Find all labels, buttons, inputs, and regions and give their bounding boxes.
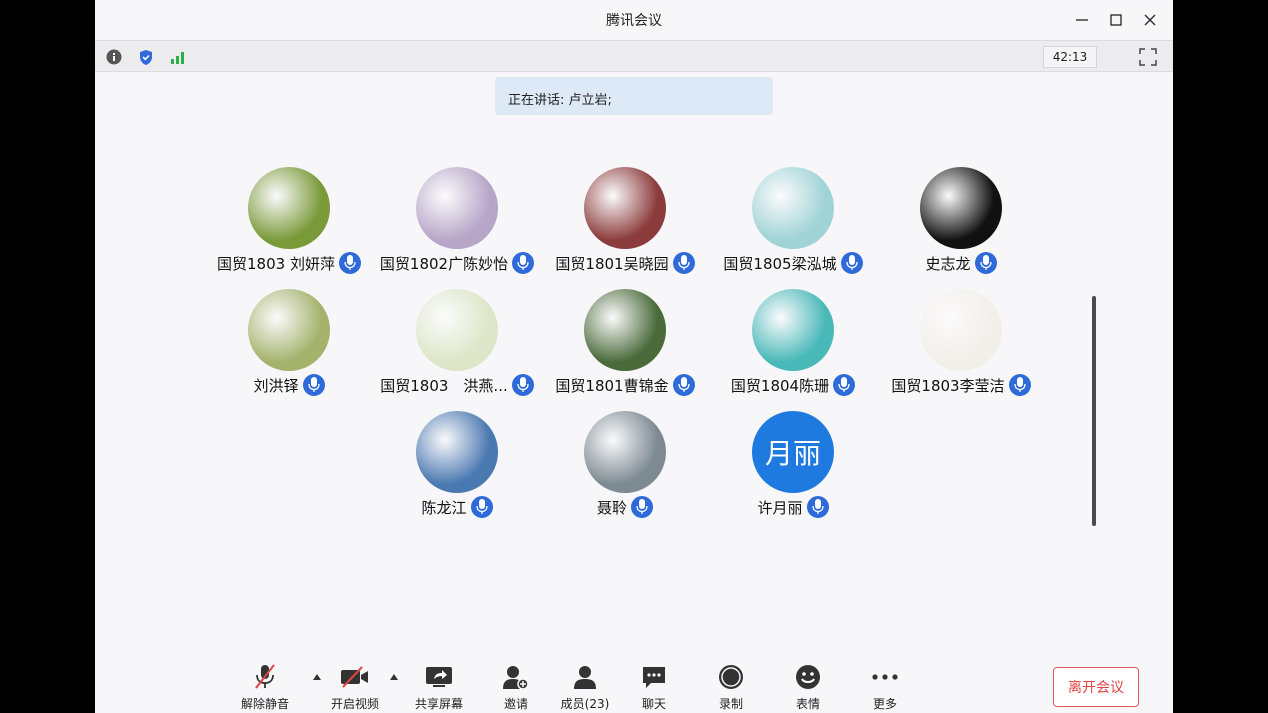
participant-tile[interactable]: 国贸1803 洪燕... — [373, 289, 541, 401]
record-label: 录制 — [718, 697, 743, 711]
participant-tile[interactable]: 史志龙 — [877, 167, 1045, 279]
more-icon — [872, 674, 898, 680]
record-button[interactable]: 录制 — [696, 662, 766, 712]
mic-icon — [302, 373, 325, 396]
participant-name-text: 史志龙 — [925, 255, 971, 273]
avatar — [920, 289, 1002, 371]
participant-name-text: 国贸1804陈珊 — [730, 377, 830, 395]
mic-icon — [974, 251, 997, 274]
fullscreen-icon — [1139, 48, 1157, 66]
avatar — [416, 411, 498, 493]
chat-label: 聊天 — [641, 697, 666, 711]
share-screen-button[interactable]: 共享屏幕 — [404, 662, 474, 712]
participant-name-text: 国贸1801曹锦金 — [555, 377, 669, 395]
title-bar: 腾讯会议 — [95, 0, 1173, 40]
avatar — [248, 289, 330, 371]
chat-button[interactable]: 聊天 — [619, 662, 689, 712]
muted-mic-icon — [255, 664, 275, 689]
close-button[interactable] — [1133, 8, 1167, 32]
start-video-label: 开启视频 — [330, 697, 379, 711]
participant-tile[interactable]: 聂聆 — [541, 411, 709, 523]
participant-name: 国贸1803李莹洁 — [857, 373, 1065, 398]
speaking-indicator: 正在讲话: 卢立岩; — [495, 77, 773, 115]
avatar — [584, 289, 666, 371]
minimize-button[interactable] — [1065, 8, 1099, 32]
chat-icon — [643, 667, 665, 688]
minimize-icon — [1076, 19, 1088, 21]
emoji-label: 表情 — [795, 697, 820, 711]
participant-tile[interactable]: 国贸1801吴晓园 — [541, 167, 709, 279]
mic-icon — [833, 373, 856, 396]
participant-tile[interactable]: 刘洪铎 — [205, 289, 373, 401]
participant-tile[interactable]: 国贸1803 刘妍萍 — [205, 167, 373, 279]
leave-meeting-button[interactable]: 离开会议 — [1053, 667, 1139, 707]
participant-tile[interactable]: 国贸1804陈珊 — [709, 289, 877, 401]
info-icon[interactable] — [105, 48, 123, 66]
participant-name-text: 国贸1803李莹洁 — [891, 377, 1005, 395]
participant-name-text: 刘洪铎 — [253, 377, 299, 395]
record-icon — [719, 665, 743, 689]
participant-name-text: 国贸1802广陈妙怡 — [379, 255, 509, 273]
meeting-window: 腾讯会议 42:13 正在讲话: 卢立岩; 国贸1803 刘妍萍 国贸1802广… — [95, 0, 1173, 713]
members-button[interactable]: 成员(23) — [550, 662, 620, 712]
start-video-button[interactable]: 开启视频 — [320, 662, 390, 712]
window-title: 腾讯会议 — [606, 13, 662, 29]
share-screen-label: 共享屏幕 — [414, 697, 463, 711]
participant-tile[interactable]: 国贸1803李莹洁 — [877, 289, 1045, 401]
unmute-button[interactable]: 解除静音 — [230, 662, 300, 712]
scrollbar[interactable] — [1092, 296, 1096, 526]
invite-label: 邀请 — [503, 697, 528, 711]
avatar — [920, 167, 1002, 249]
members-icon — [574, 666, 596, 689]
signal-strength-icon[interactable] — [169, 48, 187, 66]
participant-name-text: 陈龙江 — [421, 499, 467, 517]
mic-icon — [631, 495, 653, 518]
avatar — [248, 167, 330, 249]
maximize-button[interactable] — [1099, 8, 1133, 32]
smiley-icon — [796, 665, 820, 689]
meeting-info-bar: 42:13 — [95, 40, 1173, 72]
avatar — [416, 167, 498, 249]
add-user-icon — [503, 666, 529, 690]
avatar: 月丽 — [752, 411, 834, 493]
members-label: 成员(23) — [560, 697, 610, 711]
participant-name-text: 许月丽 — [757, 499, 803, 517]
more-button[interactable]: 更多 — [850, 662, 920, 712]
meeting-toolbar: 解除静音 开启视频 共享屏幕 邀请 成员(23) 聊天 录制 表情 更多 离开会… — [95, 656, 1173, 713]
participant-tile[interactable]: 陈龙江 — [373, 411, 541, 523]
participant-name-text: 国贸1803 洪燕... — [380, 377, 508, 395]
participant-tile[interactable]: 国贸1802广陈妙怡 — [373, 167, 541, 279]
video-off-icon — [341, 666, 368, 688]
avatar — [416, 289, 498, 371]
invite-button[interactable]: 邀请 — [481, 662, 551, 712]
share-screen-icon — [426, 667, 452, 687]
participant-tile[interactable]: 月丽许月丽 — [709, 411, 877, 523]
avatar — [584, 167, 666, 249]
avatar — [584, 411, 666, 493]
emoji-button[interactable]: 表情 — [773, 662, 843, 712]
participant-tile[interactable]: 国贸1805梁泓城 — [709, 167, 877, 279]
mic-icon — [806, 495, 829, 518]
video-options-caret[interactable] — [390, 674, 398, 680]
mic-icon — [470, 495, 493, 518]
participant-tile[interactable]: 国贸1801曹锦金 — [541, 289, 709, 401]
more-label: 更多 — [872, 697, 897, 711]
participant-name-text: 聂聆 — [596, 499, 627, 517]
participant-name-text: 国贸1803 刘妍萍 — [217, 255, 335, 273]
participant-name-text: 国贸1801吴晓园 — [555, 255, 669, 273]
participant-name-text: 国贸1805梁泓城 — [723, 255, 837, 273]
unmute-label: 解除静音 — [240, 697, 289, 711]
maximize-icon — [1110, 14, 1122, 26]
meeting-timer: 42:13 — [1043, 46, 1097, 68]
close-icon — [1144, 14, 1156, 26]
fullscreen-button[interactable] — [1139, 48, 1157, 66]
window-controls — [1065, 8, 1167, 32]
participant-name: 史志龙 — [857, 251, 1065, 276]
avatar — [752, 167, 834, 249]
shield-icon[interactable] — [137, 48, 155, 66]
participant-name: 许月丽 — [689, 495, 897, 520]
avatar — [752, 289, 834, 371]
mic-icon — [1008, 373, 1031, 396]
